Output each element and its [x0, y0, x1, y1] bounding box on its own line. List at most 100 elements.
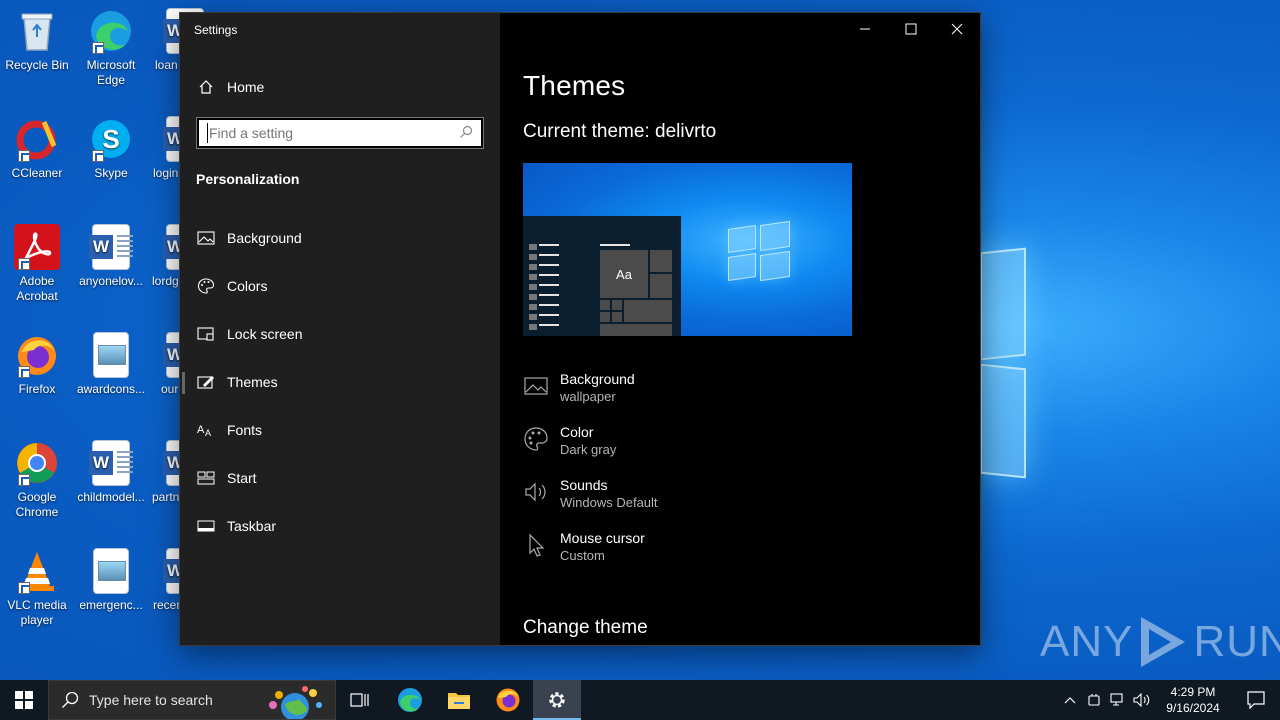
desktop-icon-label: childmodel...: [77, 490, 145, 504]
taskbar-task-view[interactable]: [336, 680, 384, 720]
minimize-button[interactable]: [842, 13, 888, 45]
desktop-icon-emergenc[interactable]: emergenc...: [74, 548, 148, 613]
speaker-icon: [525, 482, 546, 502]
nav-item-lock-screen[interactable]: Lock screen: [180, 314, 500, 354]
taskbar-file-explorer[interactable]: [435, 680, 483, 720]
start-button[interactable]: [0, 680, 48, 720]
nav-item-label: Start: [227, 470, 257, 486]
taskbar-firefox[interactable]: [484, 680, 532, 720]
fonts-icon: AA: [196, 420, 216, 440]
skype-icon: S: [88, 116, 134, 162]
desktop-icon-awardcons[interactable]: awardcons...: [74, 332, 148, 397]
theme-property-sounds[interactable]: Sounds Windows Default: [523, 476, 658, 516]
nav-item-taskbar[interactable]: Taskbar: [180, 506, 500, 546]
nav-item-fonts[interactable]: AA Fonts: [180, 410, 500, 450]
desktop-icon-label: Adobe Acrobat: [16, 274, 58, 303]
svg-text:S: S: [102, 124, 119, 154]
theme-property-mouse-cursor[interactable]: Mouse cursor Custom: [523, 529, 645, 569]
search-icon[interactable]: [459, 125, 473, 139]
nav-item-label: Colors: [227, 278, 268, 294]
play-triangle-icon: [1141, 617, 1186, 667]
image-icon: [524, 377, 548, 395]
desktop-icon-label: Google Chrome: [15, 490, 59, 519]
word-document-icon: W: [89, 440, 133, 486]
palette-icon: [196, 276, 216, 296]
firefox-icon: [496, 688, 520, 712]
tray-device-button[interactable]: [1082, 680, 1106, 720]
ccleaner-icon: [14, 116, 60, 162]
mouse-cursor-icon: [529, 533, 545, 557]
current-theme-heading: Current theme: delivrto: [523, 121, 717, 142]
device-icon: [1088, 694, 1100, 706]
theme-property-background[interactable]: Background wallpaper: [523, 370, 635, 410]
settings-nav-pane: Settings Home Personalization Background…: [180, 13, 500, 645]
edge-icon: [88, 8, 134, 54]
desktop-icon-label: anyonelov...: [79, 274, 143, 288]
desktop-icon-microsoft-edge[interactable]: Microsoft Edge: [74, 8, 148, 88]
word-document-icon: W: [89, 224, 133, 270]
desktop-icon-vlc[interactable]: VLC media player: [0, 548, 74, 628]
watermark-text-right: RUN: [1193, 617, 1280, 666]
nav-home-label: Home: [227, 79, 265, 95]
themes-brush-icon: [196, 372, 216, 392]
image-icon: [196, 228, 216, 248]
nav-home[interactable]: Home: [196, 76, 264, 98]
action-center-button[interactable]: [1232, 680, 1280, 720]
desktop-icon-ccleaner[interactable]: CCleaner: [0, 116, 74, 181]
change-theme-heading: Change theme: [523, 617, 648, 638]
taskbar-settings[interactable]: [533, 680, 581, 720]
desktop-icon-label: Skype: [94, 166, 128, 180]
desktop-icon-label: CCleaner: [11, 166, 63, 180]
preview-windows-logo: [728, 220, 798, 283]
property-name: Background: [560, 371, 635, 387]
desktop-icon-anyonelov[interactable]: W anyonelov...: [74, 224, 148, 289]
tray-volume-button[interactable]: [1130, 680, 1154, 720]
nav-item-background[interactable]: Background: [180, 218, 500, 258]
taskbar-clock[interactable]: 4:29 PM 9/16/2024: [1154, 684, 1232, 716]
nav-item-start[interactable]: Start: [180, 458, 500, 498]
taskbar-search-box[interactable]: Type here to search: [48, 680, 336, 720]
nav-item-colors[interactable]: Colors: [180, 266, 500, 306]
settings-search-box[interactable]: [196, 117, 484, 149]
desktop-icon-label: emergenc...: [79, 598, 143, 612]
palette-icon: [524, 427, 548, 451]
maximize-icon: [905, 23, 917, 35]
desktop-icon-label: Recycle Bin: [5, 58, 69, 72]
close-button[interactable]: [934, 13, 980, 45]
theme-property-color[interactable]: Color Dark gray: [523, 423, 616, 463]
notification-icon: [1247, 691, 1265, 709]
desktop-icon-firefox[interactable]: Firefox: [0, 332, 74, 397]
property-value: Windows Default: [560, 495, 658, 510]
home-icon: [196, 77, 216, 97]
maximize-button[interactable]: [888, 13, 934, 45]
show-hidden-icons-button[interactable]: [1058, 680, 1082, 720]
preview-start-menu: Aa: [523, 216, 681, 336]
preview-tile: Aa: [600, 250, 648, 298]
tray-network-button[interactable]: [1106, 680, 1130, 720]
desktop-icon-label: awardcons...: [76, 382, 146, 396]
settings-search-input[interactable]: [207, 123, 447, 143]
watermark-text-left: ANY: [1040, 617, 1134, 666]
desktop-icon-adobe-acrobat[interactable]: Adobe Acrobat: [0, 224, 74, 304]
wallpaper-windows-logo: [980, 240, 1280, 480]
desktop-icon-childmodel[interactable]: W childmodel...: [74, 440, 148, 505]
theme-preview: Aa: [523, 163, 852, 336]
desktop-icon-recycle-bin[interactable]: Recycle Bin: [0, 8, 74, 73]
system-tray: 4:29 PM 9/16/2024: [1058, 680, 1280, 720]
taskbar-edge[interactable]: [386, 680, 434, 720]
chevron-up-icon: [1064, 697, 1076, 704]
desktop-icon-label: Firefox: [18, 382, 56, 396]
volume-icon: [1133, 693, 1150, 707]
property-name: Mouse cursor: [560, 530, 645, 546]
task-view-icon: [350, 693, 369, 707]
desktop-icon-label: VLC media player: [7, 598, 67, 627]
nav-item-label: Themes: [227, 374, 278, 390]
lock-screen-icon: [196, 324, 216, 344]
network-icon: [1110, 693, 1123, 706]
anyrun-watermark: ANY RUN: [1040, 612, 1280, 672]
nav-item-themes[interactable]: Themes: [180, 362, 500, 402]
desktop-icon-google-chrome[interactable]: Google Chrome: [0, 440, 74, 520]
acrobat-icon: [14, 224, 60, 270]
svg-text:A: A: [205, 428, 211, 438]
desktop-icon-skype[interactable]: S Skype: [74, 116, 148, 181]
